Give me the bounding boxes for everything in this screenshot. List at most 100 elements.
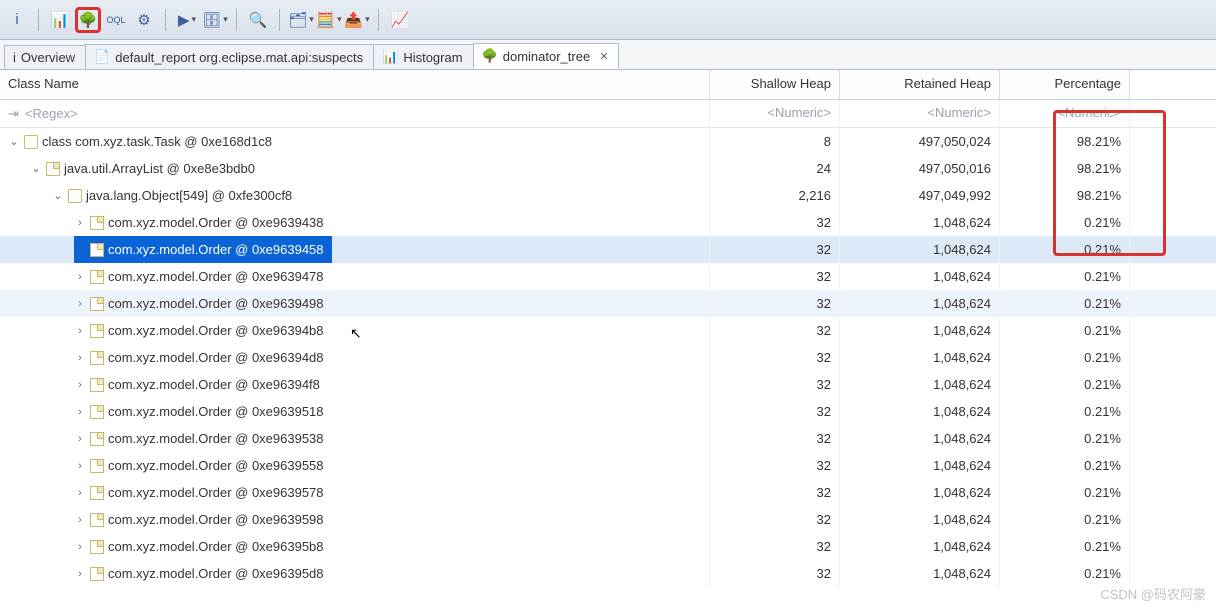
percentage-cell: 0.21%	[1000, 506, 1130, 533]
tab-dominator-tree[interactable]: 🌳dominator_tree✕	[473, 43, 620, 69]
toolbar-separator	[38, 9, 39, 31]
table-row[interactable]: ›com.xyz.model.Order @ 0xe9639498321,048…	[0, 290, 1216, 317]
expand-toggle[interactable]: ›	[74, 541, 86, 553]
table-row[interactable]: ⌄ class com.xyz.task.Task @ 0xe168d1c8 849…	[0, 128, 1216, 155]
retained-heap-cell: 1,048,624	[840, 290, 1000, 317]
file-icon	[90, 567, 104, 581]
row-label: com.xyz.model.Order @ 0xe96395b8	[108, 539, 324, 554]
row-label: com.xyz.model.Order @ 0xe9639458	[108, 242, 324, 257]
row-label: java.util.ArrayList @ 0xe8e3bdb0	[64, 161, 255, 176]
expand-toggle[interactable]: ›	[74, 487, 86, 499]
tab-suspects-label: default_report org.eclipse.mat.api:suspe…	[115, 50, 363, 65]
tab-suspects[interactable]: 📄 default_report org.eclipse.mat.api:susp…	[85, 44, 374, 69]
expand-toggle[interactable]: ›	[74, 379, 86, 391]
close-icon[interactable]: ✕	[599, 50, 608, 63]
shallow-heap-cell: 24	[710, 155, 840, 182]
group-icon-glyph: 🗂	[288, 11, 307, 29]
shallow-heap-cell: 32	[710, 236, 840, 263]
class-icon	[24, 135, 38, 149]
retained-heap-cell: 1,048,624	[840, 371, 1000, 398]
db-icon[interactable]: 🗄	[202, 7, 228, 33]
expand-toggle[interactable]: ›	[74, 352, 86, 364]
table-row[interactable]: ›com.xyz.model.Order @ 0xe9639558321,048…	[0, 452, 1216, 479]
table-row[interactable]: ›com.xyz.model.Order @ 0xe9639478321,048…	[0, 263, 1216, 290]
row-label: com.xyz.model.Order @ 0xe96395d8	[108, 566, 324, 581]
expand-toggle[interactable]: ›	[74, 406, 86, 418]
oql-icon-glyph: OQL	[106, 15, 125, 25]
table-header: Class Name Shallow Heap Retained Heap Pe…	[0, 70, 1216, 100]
table-row[interactable]: ›com.xyz.model.Order @ 0xe9639518321,048…	[0, 398, 1216, 425]
oql-icon[interactable]: OQL	[103, 7, 129, 33]
table-row[interactable]: ›com.xyz.model.Order @ 0xe96395d8321,048…	[0, 560, 1216, 587]
row-label: com.xyz.model.Order @ 0xe9639578	[108, 485, 324, 500]
expand-toggle[interactable]: ⌄	[52, 189, 64, 202]
search-icon[interactable]: 🔍	[245, 7, 271, 33]
percentage-cell: 0.21%	[1000, 560, 1130, 587]
chart-icon[interactable]: 📈	[387, 7, 413, 33]
calc-icon[interactable]: 🧮	[316, 7, 342, 33]
dominator-tree-icon[interactable]: 🌳	[75, 7, 101, 33]
shallow-heap-cell: 32	[710, 560, 840, 587]
shallow-filter[interactable]: <Numeric>	[710, 100, 840, 127]
expand-toggle[interactable]: ›	[74, 217, 86, 229]
retained-filter[interactable]: <Numeric>	[840, 100, 1000, 127]
table-row[interactable]: ›com.xyz.model.Order @ 0xe9639578321,048…	[0, 479, 1216, 506]
tab-overview[interactable]: iOverview	[4, 45, 86, 69]
file-icon	[90, 540, 104, 554]
group-icon[interactable]: 🗂	[288, 7, 314, 33]
table-row[interactable]: ⌄java.util.ArrayList @ 0xe8e3bdb024497,0…	[0, 155, 1216, 182]
export-icon[interactable]: 📤	[344, 7, 370, 33]
retained-heap-cell: 1,048,624	[840, 317, 1000, 344]
gear-icon[interactable]: ⚙	[131, 7, 157, 33]
col-class-name[interactable]: Class Name	[0, 70, 710, 99]
info-icon[interactable]: i	[4, 7, 30, 33]
col-shallow-heap[interactable]: Shallow Heap	[710, 70, 840, 99]
table-row[interactable]: ›com.xyz.model.Order @ 0xe96394f8321,048…	[0, 371, 1216, 398]
table-row[interactable]: ›com.xyz.model.Order @ 0xe96394d8321,048…	[0, 344, 1216, 371]
expand-toggle[interactable]: ›	[74, 325, 86, 337]
table-row[interactable]: ›com.xyz.model.Order @ 0xe9639438321,048…	[0, 209, 1216, 236]
table-row[interactable]: › com.xyz.model.Order @ 0xe9639458 321,048…	[0, 236, 1216, 263]
percentage-cell: 0.21%	[1000, 479, 1130, 506]
file-icon	[90, 513, 104, 527]
file-icon	[46, 162, 60, 176]
tab-histogram[interactable]: 📊Histogram	[373, 44, 473, 69]
toolbar-separator	[378, 9, 379, 31]
retained-heap-cell: 1,048,624	[840, 236, 1000, 263]
retained-heap-cell: 1,048,624	[840, 209, 1000, 236]
histogram-icon[interactable]: 📊	[47, 7, 73, 33]
percentage-filter[interactable]: <Numeric>	[1000, 100, 1130, 127]
retained-heap-cell: 497,050,024	[840, 128, 1000, 155]
file-icon	[90, 324, 104, 338]
table-row[interactable]: ›com.xyz.model.Order @ 0xe96395b8321,048…	[0, 533, 1216, 560]
col-percentage[interactable]: Percentage	[1000, 70, 1130, 99]
expand-toggle[interactable]: ›	[74, 460, 86, 472]
expand-toggle[interactable]: ›	[74, 244, 86, 256]
row-label: com.xyz.model.Order @ 0xe9639598	[108, 512, 324, 527]
retained-heap-cell: 1,048,624	[840, 533, 1000, 560]
shallow-heap-cell: 32	[710, 317, 840, 344]
table-row[interactable]: ⌄java.lang.Object[549] @ 0xfe300cf82,216…	[0, 182, 1216, 209]
regex-filter[interactable]: ⇥ <Regex>	[0, 100, 710, 127]
file-icon	[90, 486, 104, 500]
expand-toggle[interactable]: ›	[74, 298, 86, 310]
expand-toggle[interactable]: ⌄	[30, 162, 42, 175]
shallow-heap-cell: 8	[710, 128, 840, 155]
expand-toggle[interactable]: ›	[74, 514, 86, 526]
table-row[interactable]: ›com.xyz.model.Order @ 0xe96394b8321,048…	[0, 317, 1216, 344]
expand-toggle[interactable]: ›	[74, 433, 86, 445]
table-row[interactable]: ›com.xyz.model.Order @ 0xe9639538321,048…	[0, 425, 1216, 452]
search-icon-glyph: 🔍	[249, 11, 268, 29]
percentage-cell: 0.21%	[1000, 452, 1130, 479]
table-row[interactable]: ›com.xyz.model.Order @ 0xe9639598321,048…	[0, 506, 1216, 533]
run-icon[interactable]: ▶	[174, 7, 200, 33]
percentage-cell: 0.21%	[1000, 290, 1130, 317]
expand-toggle[interactable]: ›	[74, 271, 86, 283]
row-label: com.xyz.model.Order @ 0xe9639498	[108, 296, 324, 311]
row-label: class com.xyz.task.Task @ 0xe168d1c8	[42, 134, 272, 149]
col-retained-heap[interactable]: Retained Heap	[840, 70, 1000, 99]
expand-toggle[interactable]: ›	[74, 568, 86, 580]
tab-suspects-icon: 📄	[94, 49, 110, 65]
expand-toggle[interactable]: ⌄	[8, 135, 20, 148]
toolbar-separator	[165, 9, 166, 31]
